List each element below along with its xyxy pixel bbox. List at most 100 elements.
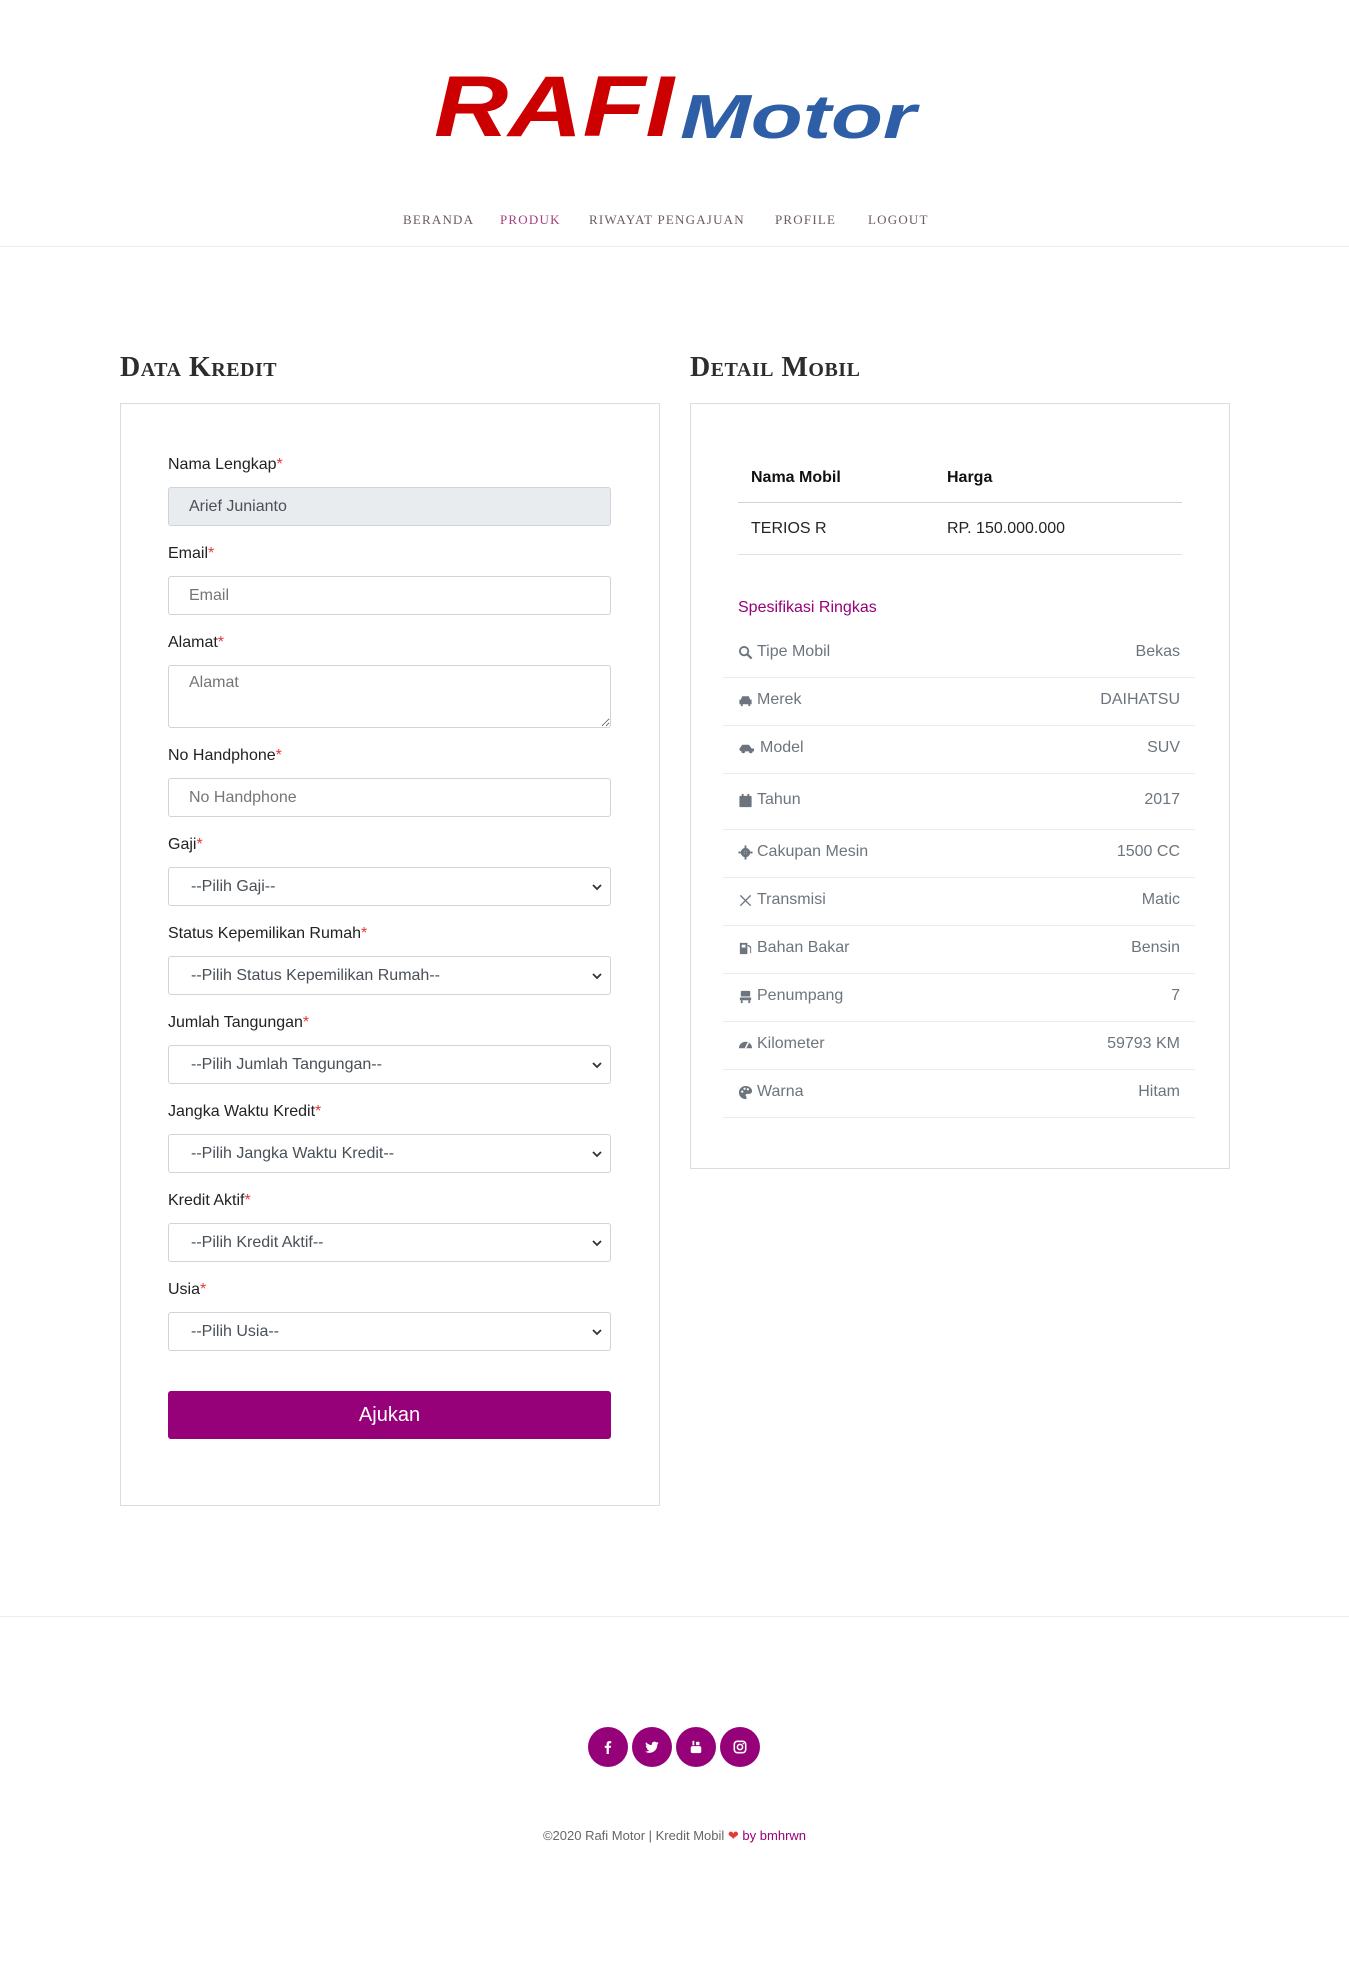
- chevron-down-icon: [592, 1062, 602, 1069]
- copyright: ©2020 Rafi Motor | Kredit Mobil ❤ by bmh…: [0, 1828, 1349, 1844]
- gear-icon: [738, 844, 753, 860]
- spec-label: Tipe Mobil: [757, 643, 831, 660]
- twitter-link[interactable]: [632, 1727, 672, 1767]
- nama-input[interactable]: [168, 487, 611, 526]
- table-header-harga: Harga: [947, 469, 993, 486]
- nav-produk[interactable]: PRODUK: [500, 212, 561, 228]
- spec-value: Bekas: [1135, 643, 1180, 660]
- table-header-divider: [738, 502, 1182, 503]
- calendar-icon: [739, 793, 752, 807]
- alamat-textarea[interactable]: [168, 665, 611, 728]
- car-icon: [739, 695, 752, 706]
- car-side-icon: [739, 744, 755, 753]
- spec-row-merek: Merek DAIHATSU: [723, 678, 1195, 726]
- spec-row-model: Model SUV: [723, 726, 1195, 774]
- jangka-selected: --Pilih Jangka Waktu Kredit--: [191, 1145, 395, 1162]
- author-link[interactable]: bmhrwn: [760, 1828, 806, 1843]
- alamat-label: Alamat*: [168, 634, 225, 651]
- kredit-aktif-label: Kredit Aktif*: [168, 1192, 251, 1209]
- gas-pump-icon: [739, 942, 752, 954]
- chevron-down-icon: [592, 1240, 602, 1247]
- chevron-down-icon: [592, 884, 602, 891]
- footer-divider: [0, 1616, 1349, 1617]
- spec-label: Bahan Bakar: [757, 939, 850, 956]
- chevron-down-icon: [592, 1329, 602, 1336]
- kredit-aktif-select[interactable]: --Pilih Kredit Aktif--: [168, 1223, 611, 1262]
- usia-label: Usia*: [168, 1281, 207, 1298]
- spec-heading: Spesifikasi Ringkas: [738, 599, 877, 616]
- tools-icon: [739, 894, 752, 906]
- usia-select[interactable]: --Pilih Usia--: [168, 1312, 611, 1351]
- heart-icon: ❤: [727, 1828, 739, 1843]
- nav-logout[interactable]: LOGOUT: [868, 212, 929, 228]
- hp-input[interactable]: [168, 778, 611, 817]
- table-cell-nama: TERIOS R: [751, 520, 827, 537]
- nav-riwayat-pengajuan[interactable]: RIWAYAT PENGAJUAN: [589, 212, 745, 228]
- spec-value: Hitam: [1138, 1083, 1180, 1100]
- jangka-select[interactable]: --Pilih Jangka Waktu Kredit--: [168, 1134, 611, 1173]
- jangka-label: Jangka Waktu Kredit*: [168, 1103, 322, 1120]
- instagram-link[interactable]: [720, 1727, 760, 1767]
- nav-beranda[interactable]: BERANDA: [403, 212, 474, 228]
- youtube-link[interactable]: [676, 1727, 716, 1767]
- tanggungan-selected: --Pilih Jumlah Tangungan--: [191, 1056, 382, 1073]
- spec-value: SUV: [1147, 739, 1180, 756]
- spec-value: Bensin: [1131, 939, 1180, 956]
- spec-value: 7: [1171, 987, 1180, 1004]
- spec-label: Warna: [757, 1083, 804, 1100]
- table-cell-harga: RP. 150.000.000: [947, 520, 1066, 537]
- palette-icon: [738, 1085, 753, 1099]
- spec-row-transmisi: Transmisi Matic: [723, 878, 1195, 926]
- spec-value: 2017: [1144, 791, 1180, 808]
- detail-title: Detail Mobil: [690, 352, 861, 383]
- chevron-down-icon: [592, 1151, 602, 1158]
- instagram-icon: [733, 1740, 747, 1754]
- spec-value: DAIHATSU: [1100, 691, 1180, 708]
- hp-label: No Handphone*: [168, 747, 282, 764]
- svg-text:RAFI: RAFI: [434, 70, 677, 146]
- seat-icon: [739, 990, 752, 1003]
- usia-selected: --Pilih Usia--: [191, 1323, 279, 1340]
- facebook-icon: [604, 1741, 612, 1754]
- nav-profile[interactable]: PROFILE: [775, 212, 836, 228]
- speedometer-icon: [738, 1041, 753, 1049]
- spec-label: Model: [760, 739, 804, 756]
- spec-row-tipe: Tipe Mobil Bekas: [723, 630, 1195, 678]
- brand-logo[interactable]: RAFI Motor: [434, 70, 920, 146]
- spec-label: Merek: [757, 691, 802, 708]
- form-title: Data Kredit: [120, 352, 278, 383]
- table-header-nama: Nama Mobil: [751, 469, 841, 486]
- tanggungan-select[interactable]: --Pilih Jumlah Tangungan--: [168, 1045, 611, 1084]
- spec-label: Transmisi: [757, 891, 826, 908]
- spec-row-penumpang: Penumpang 7: [723, 974, 1195, 1022]
- status-rumah-label: Status Kepemilikan Rumah*: [168, 925, 368, 942]
- spec-row-tahun: Tahun 2017: [723, 774, 1195, 830]
- spec-row-warna: Warna Hitam: [723, 1070, 1195, 1118]
- nama-label: Nama Lengkap*: [168, 456, 283, 473]
- ajukan-button[interactable]: Ajukan: [168, 1391, 611, 1439]
- tanggungan-label: Jumlah Tangungan*: [168, 1014, 310, 1031]
- table-row-divider: [738, 554, 1182, 555]
- email-input[interactable]: [168, 576, 611, 615]
- status-rumah-select[interactable]: --Pilih Status Kepemilikan Rumah--: [168, 956, 611, 995]
- chevron-down-icon: [592, 973, 602, 980]
- spec-row-cakupan: Cakupan Mesin 1500 CC: [723, 830, 1195, 878]
- search-icon: [738, 645, 753, 659]
- spec-value: Matic: [1141, 891, 1180, 908]
- spec-label: Tahun: [757, 791, 801, 808]
- main-nav: BERANDA PRODUK RIWAYAT PENGAJUAN PROFILE…: [0, 206, 1349, 234]
- spec-label: Kilometer: [757, 1035, 825, 1052]
- spec-row-kilometer: Kilometer 59793 KM: [723, 1022, 1195, 1070]
- spec-value: 1500 CC: [1116, 843, 1180, 860]
- gaji-select[interactable]: --Pilih Gaji--: [168, 867, 611, 906]
- spec-value: 59793 KM: [1107, 1035, 1180, 1052]
- spec-row-bahan-bakar: Bahan Bakar Bensin: [723, 926, 1195, 974]
- spec-label: Cakupan Mesin: [757, 843, 869, 860]
- email-label: Email*: [168, 545, 215, 562]
- nav-divider: [0, 246, 1349, 247]
- facebook-link[interactable]: [588, 1727, 628, 1767]
- status-rumah-selected: --Pilih Status Kepemilikan Rumah--: [191, 967, 440, 984]
- youtube-icon: [690, 1740, 702, 1754]
- by-text: by: [742, 1828, 757, 1843]
- spec-label: Penumpang: [757, 987, 844, 1004]
